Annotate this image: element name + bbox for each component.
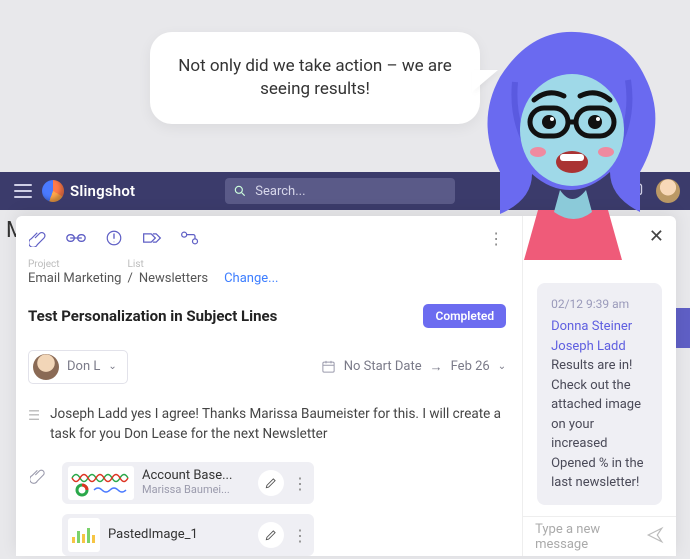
edit-icon[interactable] <box>258 522 284 548</box>
attachment-icon[interactable] <box>28 228 48 248</box>
attachment-thumbnail <box>68 518 100 552</box>
mascot-illustration <box>460 22 680 260</box>
breadcrumb: Project List Email Marketing / Newslette… <box>28 259 506 286</box>
attachment-name: Account Base... <box>142 469 232 484</box>
attachment-more-icon[interactable]: ⋮ <box>292 474 308 493</box>
message-timestamp: 02/12 9:39 am <box>551 295 648 313</box>
edit-icon[interactable] <box>258 470 284 496</box>
crumb-label-project: Project <box>28 259 60 270</box>
due-date: Feb 26 <box>451 359 490 374</box>
assignee-avatar <box>33 354 59 380</box>
attachment-card[interactable]: PastedImage_1 ⋮ <box>62 514 314 556</box>
calendar-icon <box>321 359 336 374</box>
attachment-more-icon[interactable]: ⋮ <box>292 526 308 545</box>
brand-logo-icon <box>42 180 64 202</box>
chevron-down-icon: ⌄ <box>108 361 116 372</box>
alert-icon[interactable] <box>104 228 124 248</box>
activity-message: 02/12 9:39 am Donna Steiner Joseph Ladd … <box>537 283 662 505</box>
task-toolbar: ⋮ <box>28 224 506 253</box>
search-icon <box>233 184 247 198</box>
speech-text: Not only did we take action – we are see… <box>174 55 456 101</box>
assignee-name: Don L <box>67 359 100 374</box>
attachment-sub: Marissa Baumei... <box>142 484 232 497</box>
compose-input[interactable]: Type a new message <box>523 516 676 556</box>
arrow-right-icon: → <box>430 359 443 375</box>
send-icon[interactable] <box>646 526 664 548</box>
crumb-project[interactable]: Email Marketing <box>28 271 121 286</box>
brand-name: Slingshot <box>70 182 135 200</box>
assignee-picker[interactable]: Don L ⌄ <box>28 350 128 384</box>
attachment-thumbnail <box>68 466 134 500</box>
status-badge[interactable]: Completed <box>423 304 506 328</box>
crumb-list[interactable]: Newsletters <box>139 271 208 286</box>
link-icon[interactable] <box>66 228 86 248</box>
subtask-icon[interactable] <box>180 228 200 248</box>
chevron-down-icon: ⌄ <box>498 361 506 372</box>
task-title: Test Personalization in Subject Lines <box>28 307 277 325</box>
brand[interactable]: Slingshot <box>42 180 135 202</box>
attachment-name: PastedImage_1 <box>108 528 198 543</box>
task-description[interactable]: Joseph Ladd yes I agree! Thanks Marissa … <box>50 404 506 445</box>
compose-placeholder: Type a new message <box>535 522 646 552</box>
date-range[interactable]: No Start Date → Feb 26 ⌄ <box>321 359 506 375</box>
crumb-change[interactable]: Change... <box>224 271 278 286</box>
drag-handle-icon[interactable]: ☰ <box>28 404 40 445</box>
search-placeholder: Search... <box>255 184 305 199</box>
menu-icon[interactable] <box>10 178 36 204</box>
attachment-card[interactable]: Account Base... Marissa Baumei... ⋮ <box>62 462 314 504</box>
tag-icon[interactable] <box>142 228 162 248</box>
search-input[interactable]: Search... <box>225 178 455 204</box>
speech-bubble: Not only did we take action – we are see… <box>150 32 480 124</box>
message-mentions[interactable]: Donna Steiner Joseph Ladd <box>551 317 648 356</box>
attachments-icon <box>28 462 48 556</box>
crumb-label-list: List <box>128 259 144 270</box>
task-panel: ⋮ Project List Email Marketing / Newslet… <box>16 216 676 556</box>
start-date: No Start Date <box>344 359 422 374</box>
message-body: Results are in! Check out the attached i… <box>551 356 648 493</box>
